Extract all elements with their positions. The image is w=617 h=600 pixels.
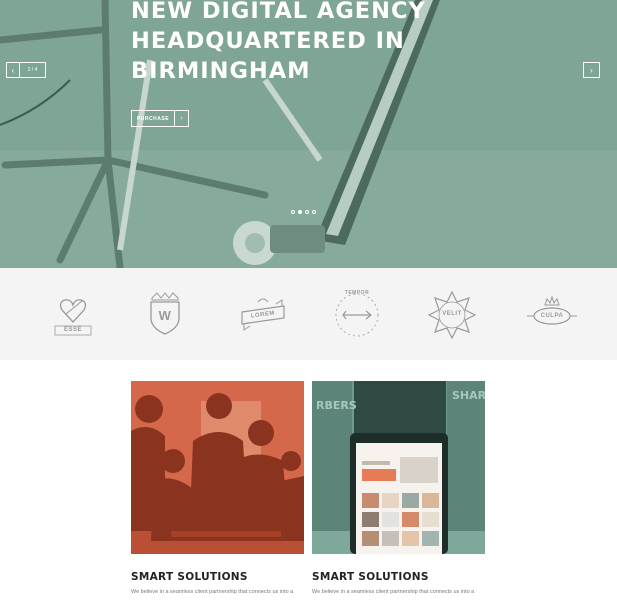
logo-w-text: W [158, 308, 172, 323]
slider-dot[interactable] [305, 210, 309, 214]
slider-dot[interactable] [312, 210, 316, 214]
card-text-2: We believe in a seamless client partners… [312, 589, 475, 595]
card-text-1: We believe in a seamless client partners… [131, 589, 294, 595]
slider-pagination [291, 210, 316, 214]
slide-counter: 2 / 4 [27, 67, 38, 73]
logo-tempor[interactable]: TEMPOR [330, 288, 384, 342]
slider-prev-button[interactable]: ‹ [7, 63, 20, 77]
logo-esse[interactable]: ESSE [46, 288, 100, 342]
slider-dot-active[interactable] [298, 210, 302, 214]
hero-title-line-2: HEADQUARTERED IN [131, 28, 405, 54]
arrow-circle-icon [335, 293, 379, 337]
tablet-photo: RBERS SHAR [312, 381, 485, 554]
card-image-team[interactable] [131, 381, 304, 554]
logo-esse-text: ESSE [63, 327, 82, 333]
team-photo [131, 381, 304, 554]
purchase-button[interactable]: PURCHASE › [131, 110, 189, 127]
slider-next-button[interactable]: › [583, 62, 600, 78]
svg-text:SHAR: SHAR [452, 389, 485, 402]
logo-velit-text: VELIT [442, 311, 462, 317]
logo-culpa[interactable]: CULPA [525, 288, 579, 342]
svg-text:RBERS: RBERS [316, 399, 357, 412]
logo-lorem[interactable]: LOREM [236, 288, 290, 342]
card-title-2: SMART SOLUTIONS [312, 571, 429, 583]
slider-dot[interactable] [291, 210, 295, 214]
card-title-1: SMART SOLUTIONS [131, 571, 248, 583]
client-logos-bar: ESSE W LOREM TEMPOR VELIT CULPA [0, 268, 617, 360]
card-image-tablet[interactable]: RBERS SHAR [312, 381, 485, 554]
purchase-button-label: PURCHASE [136, 115, 170, 122]
chevron-right-icon: › [174, 111, 188, 126]
logo-culpa-text: CULPA [540, 313, 564, 319]
hero-title-line-1: NEW DIGITAL AGENCY [131, 0, 426, 24]
heart-arrow-icon [54, 299, 92, 336]
logo-tempor-text: TEMPOR [344, 290, 370, 296]
hero-slider: NEW DIGITAL AGENCY HEADQUARTERED IN BIRM… [0, 0, 617, 268]
slider-prev-control: ‹ 2 / 4 [6, 62, 46, 78]
logo-velit[interactable]: VELIT [425, 288, 479, 342]
hero-title: NEW DIGITAL AGENCY HEADQUARTERED IN BIRM… [131, 0, 431, 86]
hero-title-line-3: BIRMINGHAM [131, 58, 311, 84]
logo-w[interactable]: W [138, 288, 192, 342]
